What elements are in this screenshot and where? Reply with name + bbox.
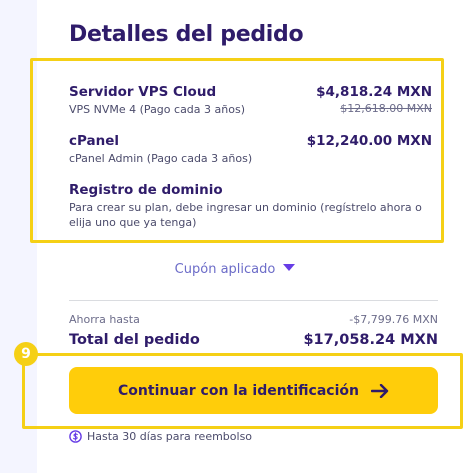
- step-badge: 9: [14, 342, 38, 366]
- line-item-domain: Registro de dominio Para crear su plan, …: [69, 182, 432, 230]
- refund-guarantee: Hasta 30 días para reembolso: [69, 430, 252, 443]
- summary-divider: [69, 300, 438, 301]
- line-item-vps: Servidor VPS Cloud VPS NVMe 4 (Pago cada…: [69, 84, 432, 117]
- line-item-cpanel: cPanel cPanel Admin (Pago cada 3 años) $…: [69, 133, 432, 166]
- total-label: Total del pedido: [69, 332, 200, 348]
- arrow-right-icon: [370, 383, 389, 398]
- savings-label: Ahorra hasta: [69, 313, 140, 326]
- order-total-row: Total del pedido $17,058.24 MXN: [69, 332, 438, 348]
- savings-value: -$7,799.76 MXN: [349, 313, 438, 326]
- refund-text: Hasta 30 días para reembolso: [87, 430, 253, 443]
- line-item-name: Registro de dominio: [69, 182, 223, 198]
- line-item-price: $4,818.24 MXN: [316, 84, 432, 100]
- line-item-description: cPanel Admin (Pago cada 3 años): [69, 152, 253, 165]
- total-value: $17,058.24 MXN: [303, 332, 438, 348]
- continue-to-identification-button[interactable]: Continuar con la identificación: [69, 367, 438, 414]
- cta-label: Continuar con la identificación: [118, 382, 359, 399]
- line-item-price: $12,240.00 MXN: [306, 133, 432, 149]
- order-details-title: Detalles del pedido: [69, 22, 304, 47]
- coupon-applied-toggle[interactable]: Cupón aplicado: [0, 262, 470, 277]
- coupon-label: Cupón aplicado: [174, 262, 276, 277]
- line-item-original-price: $12,618.00 MXN: [340, 102, 432, 115]
- line-item-description: Para crear su plan, debe ingresar un dom…: [69, 201, 422, 229]
- savings-row: Ahorra hasta -$7,799.76 MXN: [69, 313, 438, 326]
- refund-icon: [69, 430, 82, 443]
- caret-down-icon: [283, 264, 296, 271]
